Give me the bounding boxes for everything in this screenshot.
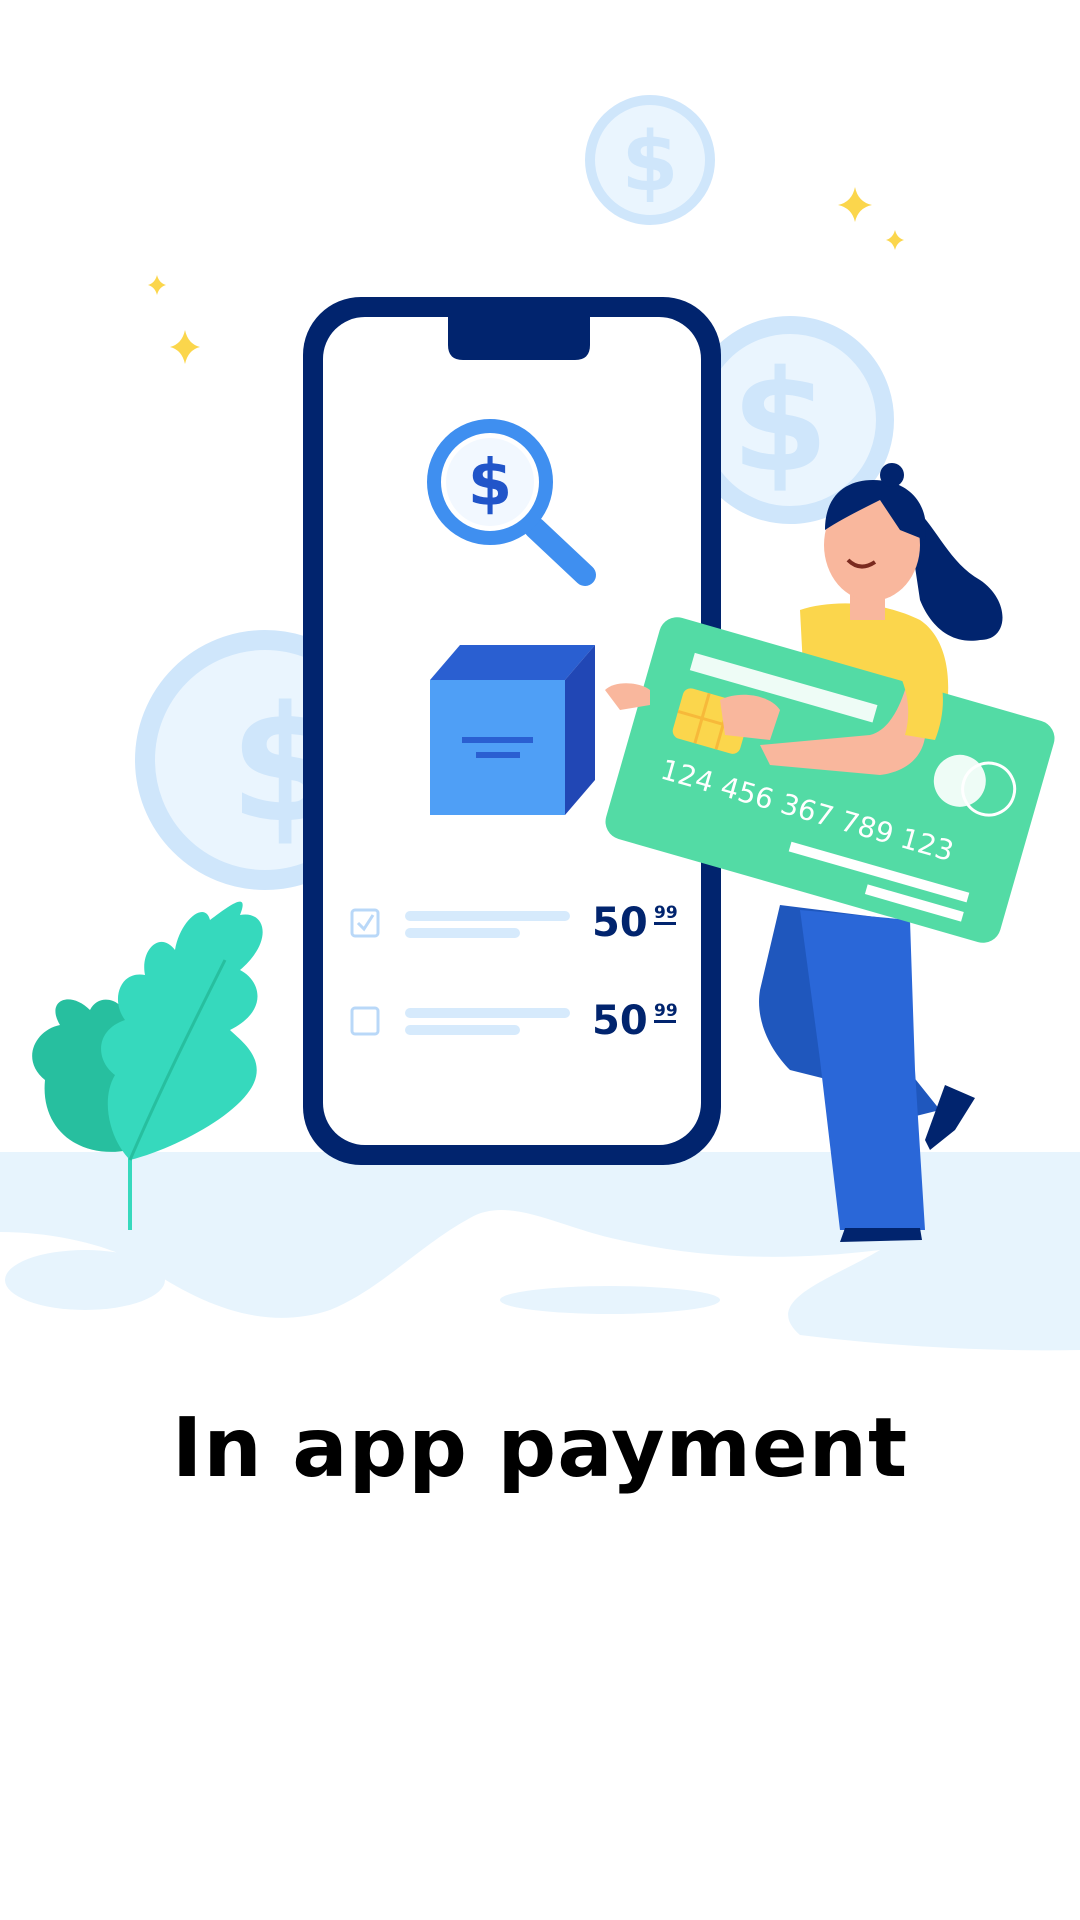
page-title: In app payment — [171, 1401, 909, 1496]
price-cents: 99 — [654, 903, 678, 923]
coin-top: $ — [585, 95, 715, 225]
price-whole: 50 — [592, 900, 648, 946]
sparkle-icon — [886, 230, 904, 250]
ground-puddle — [500, 1286, 720, 1314]
shoe — [840, 1228, 922, 1242]
sparkle-icon — [148, 275, 166, 295]
price-cents: 99 — [654, 1001, 678, 1021]
ground-puddle — [5, 1250, 165, 1310]
phone-notch — [448, 317, 590, 360]
sparkle-icon — [170, 330, 200, 364]
coin-symbol: $ — [621, 115, 678, 210]
package-box-icon — [430, 645, 595, 815]
coin-symbol: $ — [731, 341, 828, 504]
magnifier-symbol: $ — [468, 447, 513, 521]
price-whole: 50 — [592, 998, 648, 1044]
payment-illustration: $ $ $ $ 50 99 50 99 124 456 367 789 123 — [0, 95, 1080, 1351]
shoe — [925, 1085, 975, 1150]
sparkle-icon — [838, 187, 872, 222]
